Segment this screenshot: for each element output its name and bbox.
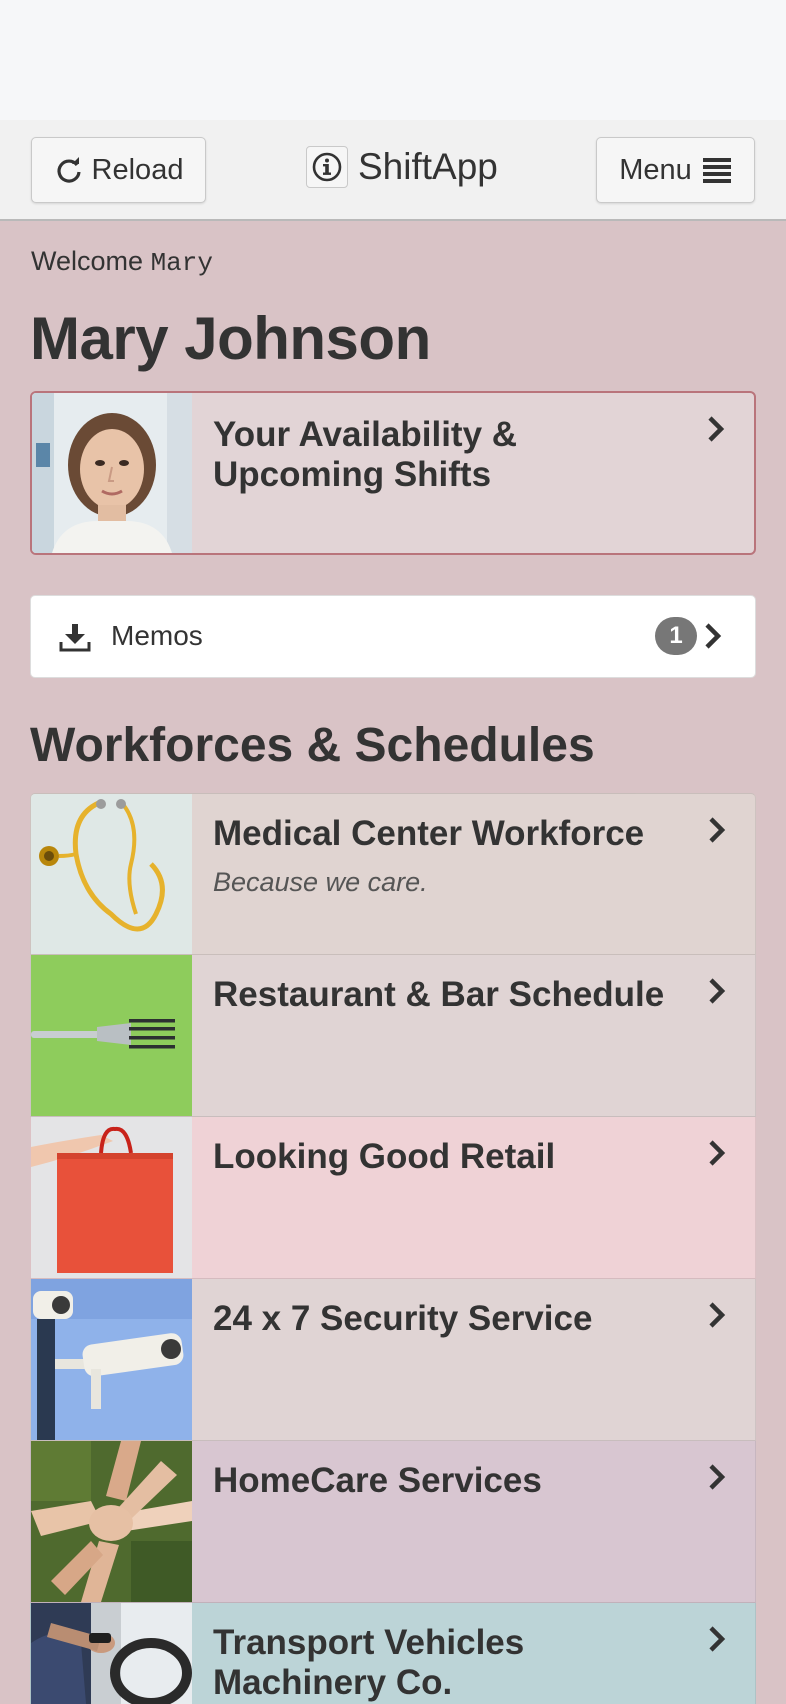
workforce-item-security[interactable]: 24 x 7 Security Service [30,1279,756,1441]
shopping-bag-image [31,1117,192,1278]
refresh-icon [54,155,84,185]
workforce-list: Medical Center Workforce Because we care… [30,793,756,1704]
chevron-right-icon [703,620,725,652]
menu-label: Menu [619,153,692,186]
workforce-title: HomeCare Services [213,1461,542,1500]
workforce-item-retail[interactable]: Looking Good Retail [30,1117,756,1279]
security-camera-image [31,1279,192,1440]
top-navbar: Reload ShiftApp Menu [0,120,786,221]
download-icon [59,622,91,652]
hamburger-icon [702,155,732,185]
workforce-item-transport[interactable]: Transport Vehicles Machinery Co. [30,1603,756,1704]
workforce-item-restaurant[interactable]: Restaurant & Bar Schedule [30,955,756,1117]
memos-count-badge: 1 [655,617,697,655]
fork-image [31,955,192,1116]
chevron-right-icon [707,1461,729,1493]
welcome-username: Mary [150,248,213,278]
joined-hands-image [31,1441,192,1602]
welcome-line: Welcome Mary [31,246,213,278]
chevron-right-icon [707,1623,729,1655]
info-icon [306,146,348,188]
reload-label: Reload [91,153,184,186]
availability-title: Your Availability & Upcoming Shifts [213,415,518,494]
workforce-title: Medical Center Workforce [213,814,645,853]
workforce-title: Restaurant & Bar Schedule [213,975,665,1014]
workforce-subtitle: Because we care. [213,867,428,897]
memos-label: Memos [111,620,203,651]
chevron-right-icon [707,1299,729,1331]
workforce-title: Looking Good Retail [213,1137,556,1176]
section-title: Workforces & Schedules [30,719,595,772]
reload-button[interactable]: Reload [31,137,206,203]
memos-item[interactable]: Memos 1 [30,595,756,678]
stethoscope-image [31,794,192,954]
chevron-right-icon [707,1137,729,1169]
profile-photo [32,393,192,553]
welcome-prefix: Welcome [31,246,144,276]
status-bar-area [0,0,786,120]
availability-card[interactable]: Your Availability & Upcoming Shifts [30,391,756,555]
chevron-right-icon [706,413,728,445]
workforce-item-homecare[interactable]: HomeCare Services [30,1441,756,1603]
brand-title: ShiftApp [358,146,498,187]
chevron-right-icon [707,814,729,846]
workforce-title: Transport Vehicles Machinery Co. [213,1623,525,1702]
menu-button[interactable]: Menu [596,137,755,203]
chevron-right-icon [707,975,729,1007]
workforce-title: 24 x 7 Security Service [213,1299,593,1338]
user-full-name: Mary Johnson [30,305,431,372]
driver-image [31,1603,192,1704]
workforce-item-medical[interactable]: Medical Center Workforce Because we care… [30,793,756,955]
app-brand[interactable]: ShiftApp [306,142,498,192]
